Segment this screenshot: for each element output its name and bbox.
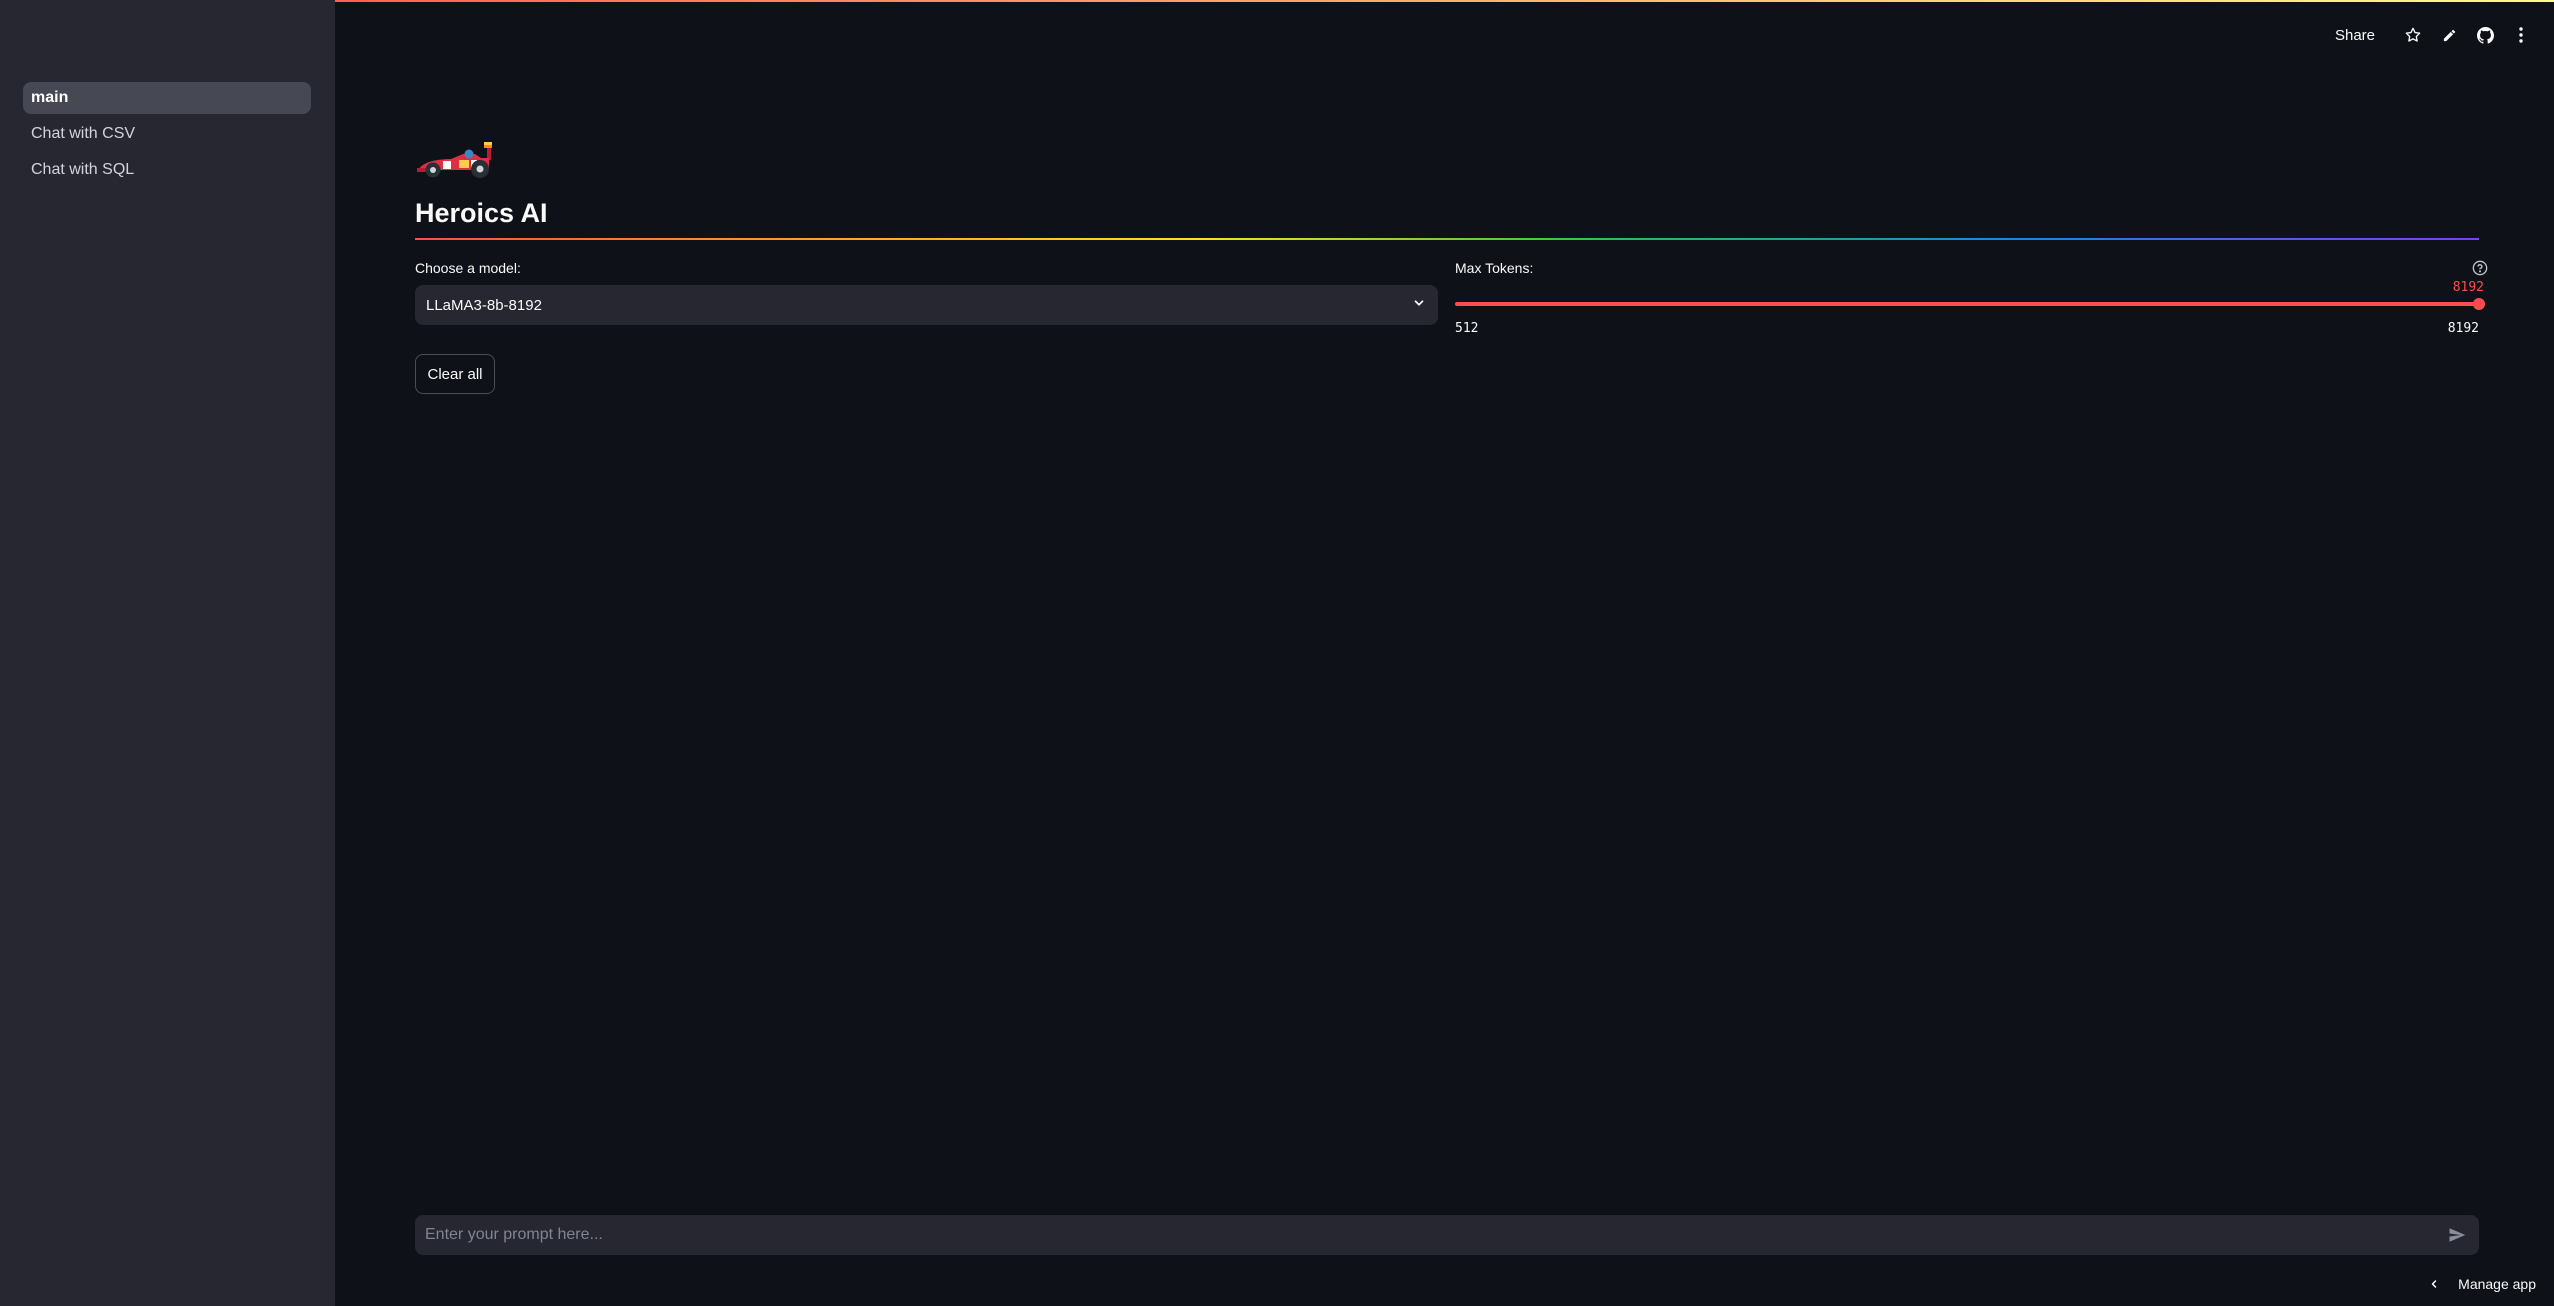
chat-input-container	[415, 1215, 2479, 1255]
sidebar-item-chat-with-sql[interactable]: Chat with SQL	[23, 154, 311, 186]
help-icon[interactable]	[2472, 260, 2488, 276]
share-button[interactable]: Share	[2335, 27, 2375, 44]
model-select[interactable]: LLaMA3-8b-8192	[415, 285, 1438, 325]
sidebar: main Chat with CSV Chat with SQL	[0, 0, 335, 1306]
chat-input[interactable]	[425, 1226, 2445, 1244]
manage-app-button[interactable]: Manage app	[2428, 1272, 2536, 1296]
star-icon[interactable]	[2395, 20, 2431, 50]
send-icon[interactable]	[2445, 1223, 2469, 1247]
sidebar-nav: main Chat with CSV Chat with SQL	[23, 82, 311, 190]
racing-car-icon	[417, 142, 492, 178]
title-divider	[415, 238, 2479, 240]
sidebar-item-main[interactable]: main	[23, 82, 311, 114]
more-vertical-icon[interactable]	[2503, 20, 2539, 50]
slider-min-label: 512	[1455, 321, 1479, 336]
slider-thumb[interactable]	[2473, 298, 2485, 310]
max-tokens-label: Max Tokens:	[1455, 260, 1534, 276]
top-decoration-bar	[0, 0, 2554, 2]
model-select-label: Choose a model:	[415, 260, 521, 276]
clear-all-button[interactable]: Clear all	[415, 354, 495, 394]
github-icon[interactable]	[2467, 20, 2503, 50]
slider-max-label: 8192	[2447, 321, 2479, 336]
pencil-icon[interactable]	[2431, 20, 2467, 50]
manage-app-label: Manage app	[2458, 1276, 2536, 1292]
page-title: Heroics AI	[415, 198, 548, 228]
slider-current-value: 8192	[2452, 280, 2484, 295]
chevron-down-icon	[1412, 296, 1426, 315]
sidebar-item-chat-with-csv[interactable]: Chat with CSV	[23, 118, 311, 150]
chevron-left-icon	[2428, 1278, 2440, 1290]
slider-track[interactable]	[1455, 302, 2479, 306]
model-select-value: LLaMA3-8b-8192	[426, 296, 542, 314]
app-header: Share	[2335, 20, 2539, 50]
